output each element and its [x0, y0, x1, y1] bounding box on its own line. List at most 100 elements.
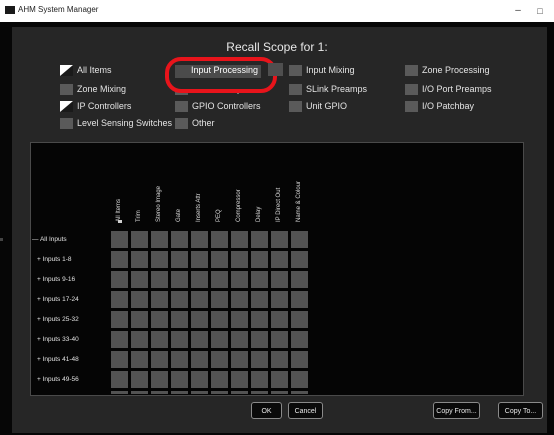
grid-cell[interactable]	[291, 331, 308, 348]
grid-cell[interactable]	[151, 311, 168, 328]
grid-cell[interactable]	[151, 271, 168, 288]
grid-cell[interactable]	[271, 251, 288, 268]
input-group-row-label[interactable]: + Inputs 49-56	[37, 376, 79, 383]
option-checkbox[interactable]	[405, 101, 418, 112]
grid-cell[interactable]	[191, 391, 208, 394]
grid-cell[interactable]	[211, 371, 228, 388]
grid-cell[interactable]	[291, 391, 308, 394]
grid-cell[interactable]	[171, 371, 188, 388]
grid-cell[interactable]	[171, 231, 188, 248]
grid-cell[interactable]	[111, 351, 128, 368]
grid-cell[interactable]	[191, 251, 208, 268]
grid-cell[interactable]	[131, 331, 148, 348]
grid-cell[interactable]	[271, 351, 288, 368]
grid-cell[interactable]	[171, 311, 188, 328]
grid-cell[interactable]	[211, 331, 228, 348]
grid-cell[interactable]	[271, 231, 288, 248]
grid-cell[interactable]	[191, 371, 208, 388]
grid-cell[interactable]	[171, 331, 188, 348]
maximize-icon[interactable]: □	[530, 3, 550, 19]
grid-cell[interactable]	[291, 271, 308, 288]
grid-cell[interactable]	[211, 271, 228, 288]
input-group-row-label[interactable]: + Inputs 25-32	[37, 316, 79, 323]
grid-cell[interactable]	[131, 351, 148, 368]
grid-cell[interactable]	[211, 391, 228, 394]
grid-cell[interactable]	[271, 291, 288, 308]
grid-cell[interactable]	[251, 311, 268, 328]
grid-cell[interactable]	[131, 291, 148, 308]
grid-cell[interactable]	[291, 291, 308, 308]
grid-cell[interactable]	[151, 391, 168, 394]
grid-cell[interactable]	[111, 311, 128, 328]
grid-cell[interactable]	[151, 231, 168, 248]
grid-cell[interactable]	[231, 271, 248, 288]
grid-cell[interactable]	[251, 231, 268, 248]
grid-cell[interactable]	[231, 331, 248, 348]
grid-cell[interactable]	[191, 331, 208, 348]
grid-cell[interactable]	[111, 231, 128, 248]
grid-cell[interactable]	[251, 351, 268, 368]
grid-cell[interactable]	[231, 291, 248, 308]
grid-cell[interactable]	[211, 231, 228, 248]
grid-cell[interactable]	[171, 351, 188, 368]
grid-cell[interactable]	[291, 251, 308, 268]
grid-cell[interactable]	[171, 391, 188, 394]
grid-cell[interactable]	[291, 311, 308, 328]
grid-cell[interactable]	[211, 351, 228, 368]
grid-cell[interactable]	[131, 231, 148, 248]
grid-cell[interactable]	[131, 251, 148, 268]
grid-cell[interactable]	[251, 391, 268, 394]
option-checkbox[interactable]	[289, 84, 302, 95]
grid-cell[interactable]	[251, 371, 268, 388]
grid-cell[interactable]	[171, 251, 188, 268]
grid-cell[interactable]	[271, 371, 288, 388]
grid-cell[interactable]	[251, 291, 268, 308]
option-checkbox[interactable]	[60, 65, 73, 76]
grid-cell[interactable]	[191, 311, 208, 328]
cancel-button[interactable]: Cancel	[288, 402, 323, 419]
grid-cell[interactable]	[111, 331, 128, 348]
grid-cell[interactable]	[271, 311, 288, 328]
input-group-row-label[interactable]: + Inputs 1-8	[37, 256, 72, 263]
grid-cell[interactable]	[231, 311, 248, 328]
grid-cell[interactable]	[231, 351, 248, 368]
grid-cell[interactable]	[291, 231, 308, 248]
input-group-row-label[interactable]: + Inputs 33-40	[37, 336, 79, 343]
grid-cell[interactable]	[111, 251, 128, 268]
input-group-row-label[interactable]: + Inputs 9-16	[37, 276, 75, 283]
grid-cell[interactable]	[211, 311, 228, 328]
grid-cell[interactable]	[131, 391, 148, 394]
grid-cell[interactable]	[191, 351, 208, 368]
input-processing-label[interactable]: Input Processing	[191, 65, 258, 75]
option-checkbox[interactable]	[175, 101, 188, 112]
copy-to-button[interactable]: Copy To...	[498, 402, 543, 419]
grid-cell[interactable]	[251, 331, 268, 348]
option-checkbox[interactable]	[60, 118, 73, 129]
grid-cell[interactable]	[251, 271, 268, 288]
option-checkbox[interactable]	[289, 65, 302, 76]
ok-button[interactable]: OK	[251, 402, 282, 419]
grid-cell[interactable]	[171, 271, 188, 288]
grid-cell[interactable]	[271, 271, 288, 288]
option-box[interactable]	[268, 63, 283, 76]
input-group-row-label[interactable]: + Inputs 41-48	[37, 356, 79, 363]
all-inputs-row-label[interactable]: — All Inputs	[32, 236, 67, 243]
grid-cell[interactable]	[231, 371, 248, 388]
grid-cell[interactable]	[291, 351, 308, 368]
grid-cell[interactable]	[191, 231, 208, 248]
grid-cell[interactable]	[111, 391, 128, 394]
input-group-row-label[interactable]: + Inputs 17-24	[37, 296, 79, 303]
option-checkbox[interactable]	[405, 65, 418, 76]
option-checkbox[interactable]	[60, 101, 73, 112]
grid-cell[interactable]	[131, 371, 148, 388]
grid-cell[interactable]	[231, 231, 248, 248]
grid-cell[interactable]	[251, 251, 268, 268]
grid-cell[interactable]	[231, 391, 248, 394]
grid-cell[interactable]	[131, 271, 148, 288]
grid-cell[interactable]	[191, 271, 208, 288]
grid-cell[interactable]	[211, 251, 228, 268]
grid-cell[interactable]	[111, 371, 128, 388]
grid-cell[interactable]	[211, 291, 228, 308]
grid-cell[interactable]	[171, 291, 188, 308]
grid-cell[interactable]	[151, 251, 168, 268]
